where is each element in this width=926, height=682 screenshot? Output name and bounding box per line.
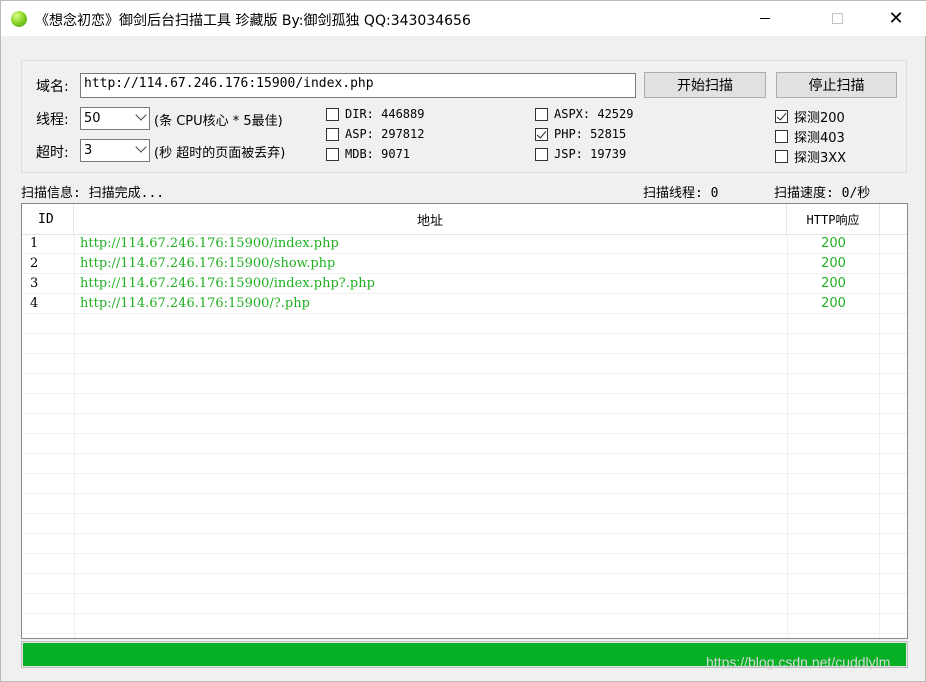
empty-table-row [22, 354, 907, 374]
probe-200-checkbox[interactable]: 探测200 [775, 107, 845, 126]
domain-input[interactable]: http://114.67.246.176:15900/index.php [80, 73, 636, 98]
title-bar: 《想念初恋》御剑后台扫描工具 珍藏版 By:御剑孤独 QQ:343034656 … [1, 1, 926, 36]
dict-dir-label: DIR: 446889 [345, 107, 425, 121]
maximize-icon [831, 13, 843, 24]
checkbox-icon [535, 107, 548, 121]
empty-table-row [22, 334, 907, 354]
table-cell-url: http://114.67.246.176:15900/?.php [80, 296, 310, 311]
table-row[interactable]: 4 http://114.67.246.176:15900/?.php 200 [22, 294, 907, 314]
app-logo-icon [11, 11, 27, 27]
table-cell-http: 200 [821, 276, 846, 291]
threads-select[interactable]: 50 [80, 107, 150, 130]
table-cell-http: 200 [821, 296, 846, 311]
table-cell-http: 200 [821, 256, 846, 271]
timeout-hint: (秒 超时的页面被丢弃) [154, 146, 286, 161]
domain-label: 域名: [36, 79, 69, 95]
minimize-icon [760, 18, 770, 19]
scan-threads-status: 扫描线程: 0 [643, 186, 719, 201]
table-cell-id: 2 [30, 256, 39, 271]
empty-table-row [22, 314, 907, 334]
probe-3xx-checkbox[interactable]: 探测3XX [775, 147, 846, 166]
checkbox-checked-icon [775, 110, 788, 123]
dict-aspx-checkbox[interactable]: ASPX: 42529 [535, 107, 633, 121]
watermark-text: https://blog.csdn.net/cuddlylm [706, 654, 891, 670]
timeout-value: 3 [84, 143, 93, 158]
threads-value: 50 [84, 111, 101, 126]
empty-table-row [22, 594, 907, 614]
table-row[interactable]: 1 http://114.67.246.176:15900/index.php 20… [22, 234, 907, 254]
checkbox-icon [775, 150, 788, 163]
probe-200-label: 探测200 [794, 111, 845, 126]
probe-403-checkbox[interactable]: 探测403 [775, 127, 845, 146]
checkbox-icon [326, 147, 339, 161]
timeout-select[interactable]: 3 [80, 139, 150, 162]
table-cell-id: 4 [30, 296, 39, 311]
checkbox-icon [775, 130, 788, 143]
close-button[interactable]: ✕ [873, 1, 919, 36]
stop-scan-button[interactable]: 停止扫描 [776, 72, 897, 98]
close-icon: ✕ [888, 8, 904, 29]
empty-table-row [22, 494, 907, 514]
dict-php-checkbox[interactable]: PHP: 52815 [535, 127, 626, 141]
dict-aspx-label: ASPX: 42529 [554, 107, 634, 121]
window-title: 《想念初恋》御剑后台扫描工具 珍藏版 By:御剑孤独 QQ:343034656 [35, 13, 471, 29]
table-cell-id: 3 [30, 276, 39, 291]
table-body: 1 http://114.67.246.176:15900/index.php 20… [22, 234, 907, 634]
timeout-label: 超时: [36, 145, 69, 161]
results-table[interactable]: ID 地址 HTTP响应 1 http://114.67.246.176:1590… [21, 203, 908, 639]
empty-table-row [22, 414, 907, 434]
dict-jsp-label: JSP: 19739 [554, 147, 627, 161]
table-row[interactable]: 2 http://114.67.246.176:15900/show.php 200 [22, 254, 907, 274]
empty-table-row [22, 454, 907, 474]
probe-3xx-label: 探测3XX [794, 151, 847, 166]
empty-table-row [22, 614, 907, 634]
empty-table-row [22, 474, 907, 494]
checkbox-icon [326, 107, 339, 121]
checkbox-icon [535, 147, 548, 161]
table-cell-url: http://114.67.246.176:15900/index.php [80, 236, 339, 251]
table-cell-url: http://114.67.246.176:15900/show.php [80, 256, 336, 271]
threads-hint: (条 CPU核心 * 5最佳) [154, 114, 283, 129]
checkbox-icon [326, 127, 339, 141]
scan-info-status: 扫描信息: 扫描完成... [21, 186, 165, 201]
dict-dir-checkbox[interactable]: DIR: 446889 [326, 107, 424, 121]
empty-table-row [22, 534, 907, 554]
table-row[interactable]: 3 http://114.67.246.176:15900/index.php?.… [22, 274, 907, 294]
chevron-down-icon [135, 109, 147, 121]
empty-table-row [22, 374, 907, 394]
app-window: 《想念初恋》御剑后台扫描工具 珍藏版 By:御剑孤独 QQ:343034656 … [0, 0, 926, 682]
probe-403-label: 探测403 [794, 131, 845, 146]
column-header-id[interactable]: ID [22, 204, 74, 234]
dict-mdb-checkbox[interactable]: MDB: 9071 [326, 147, 410, 161]
dict-asp-label: ASP: 297812 [345, 127, 425, 141]
minimize-button[interactable] [742, 1, 788, 36]
empty-table-row [22, 554, 907, 574]
dict-php-label: PHP: 52815 [554, 127, 627, 141]
scan-speed-status: 扫描速度: 0/秒 [774, 186, 871, 201]
table-cell-url: http://114.67.246.176:15900/index.php?.p… [80, 276, 375, 291]
empty-table-row [22, 394, 907, 414]
checkbox-checked-icon [535, 127, 548, 141]
table-cell-http: 200 [821, 236, 846, 251]
table-header: ID 地址 HTTP响应 [22, 204, 907, 235]
start-scan-button[interactable]: 开始扫描 [644, 72, 766, 98]
threads-label: 线程: [36, 112, 69, 128]
table-cell-id: 1 [30, 236, 39, 251]
column-header-address[interactable]: 地址 [74, 204, 787, 234]
maximize-button[interactable] [814, 1, 860, 36]
empty-table-row [22, 434, 907, 454]
empty-table-row [22, 574, 907, 594]
chevron-down-icon [135, 141, 147, 153]
dict-asp-checkbox[interactable]: ASP: 297812 [326, 127, 424, 141]
empty-table-row [22, 514, 907, 534]
dict-jsp-checkbox[interactable]: JSP: 19739 [535, 147, 626, 161]
column-header-http[interactable]: HTTP响应 [787, 204, 880, 234]
dict-mdb-label: MDB: 9071 [345, 147, 411, 161]
